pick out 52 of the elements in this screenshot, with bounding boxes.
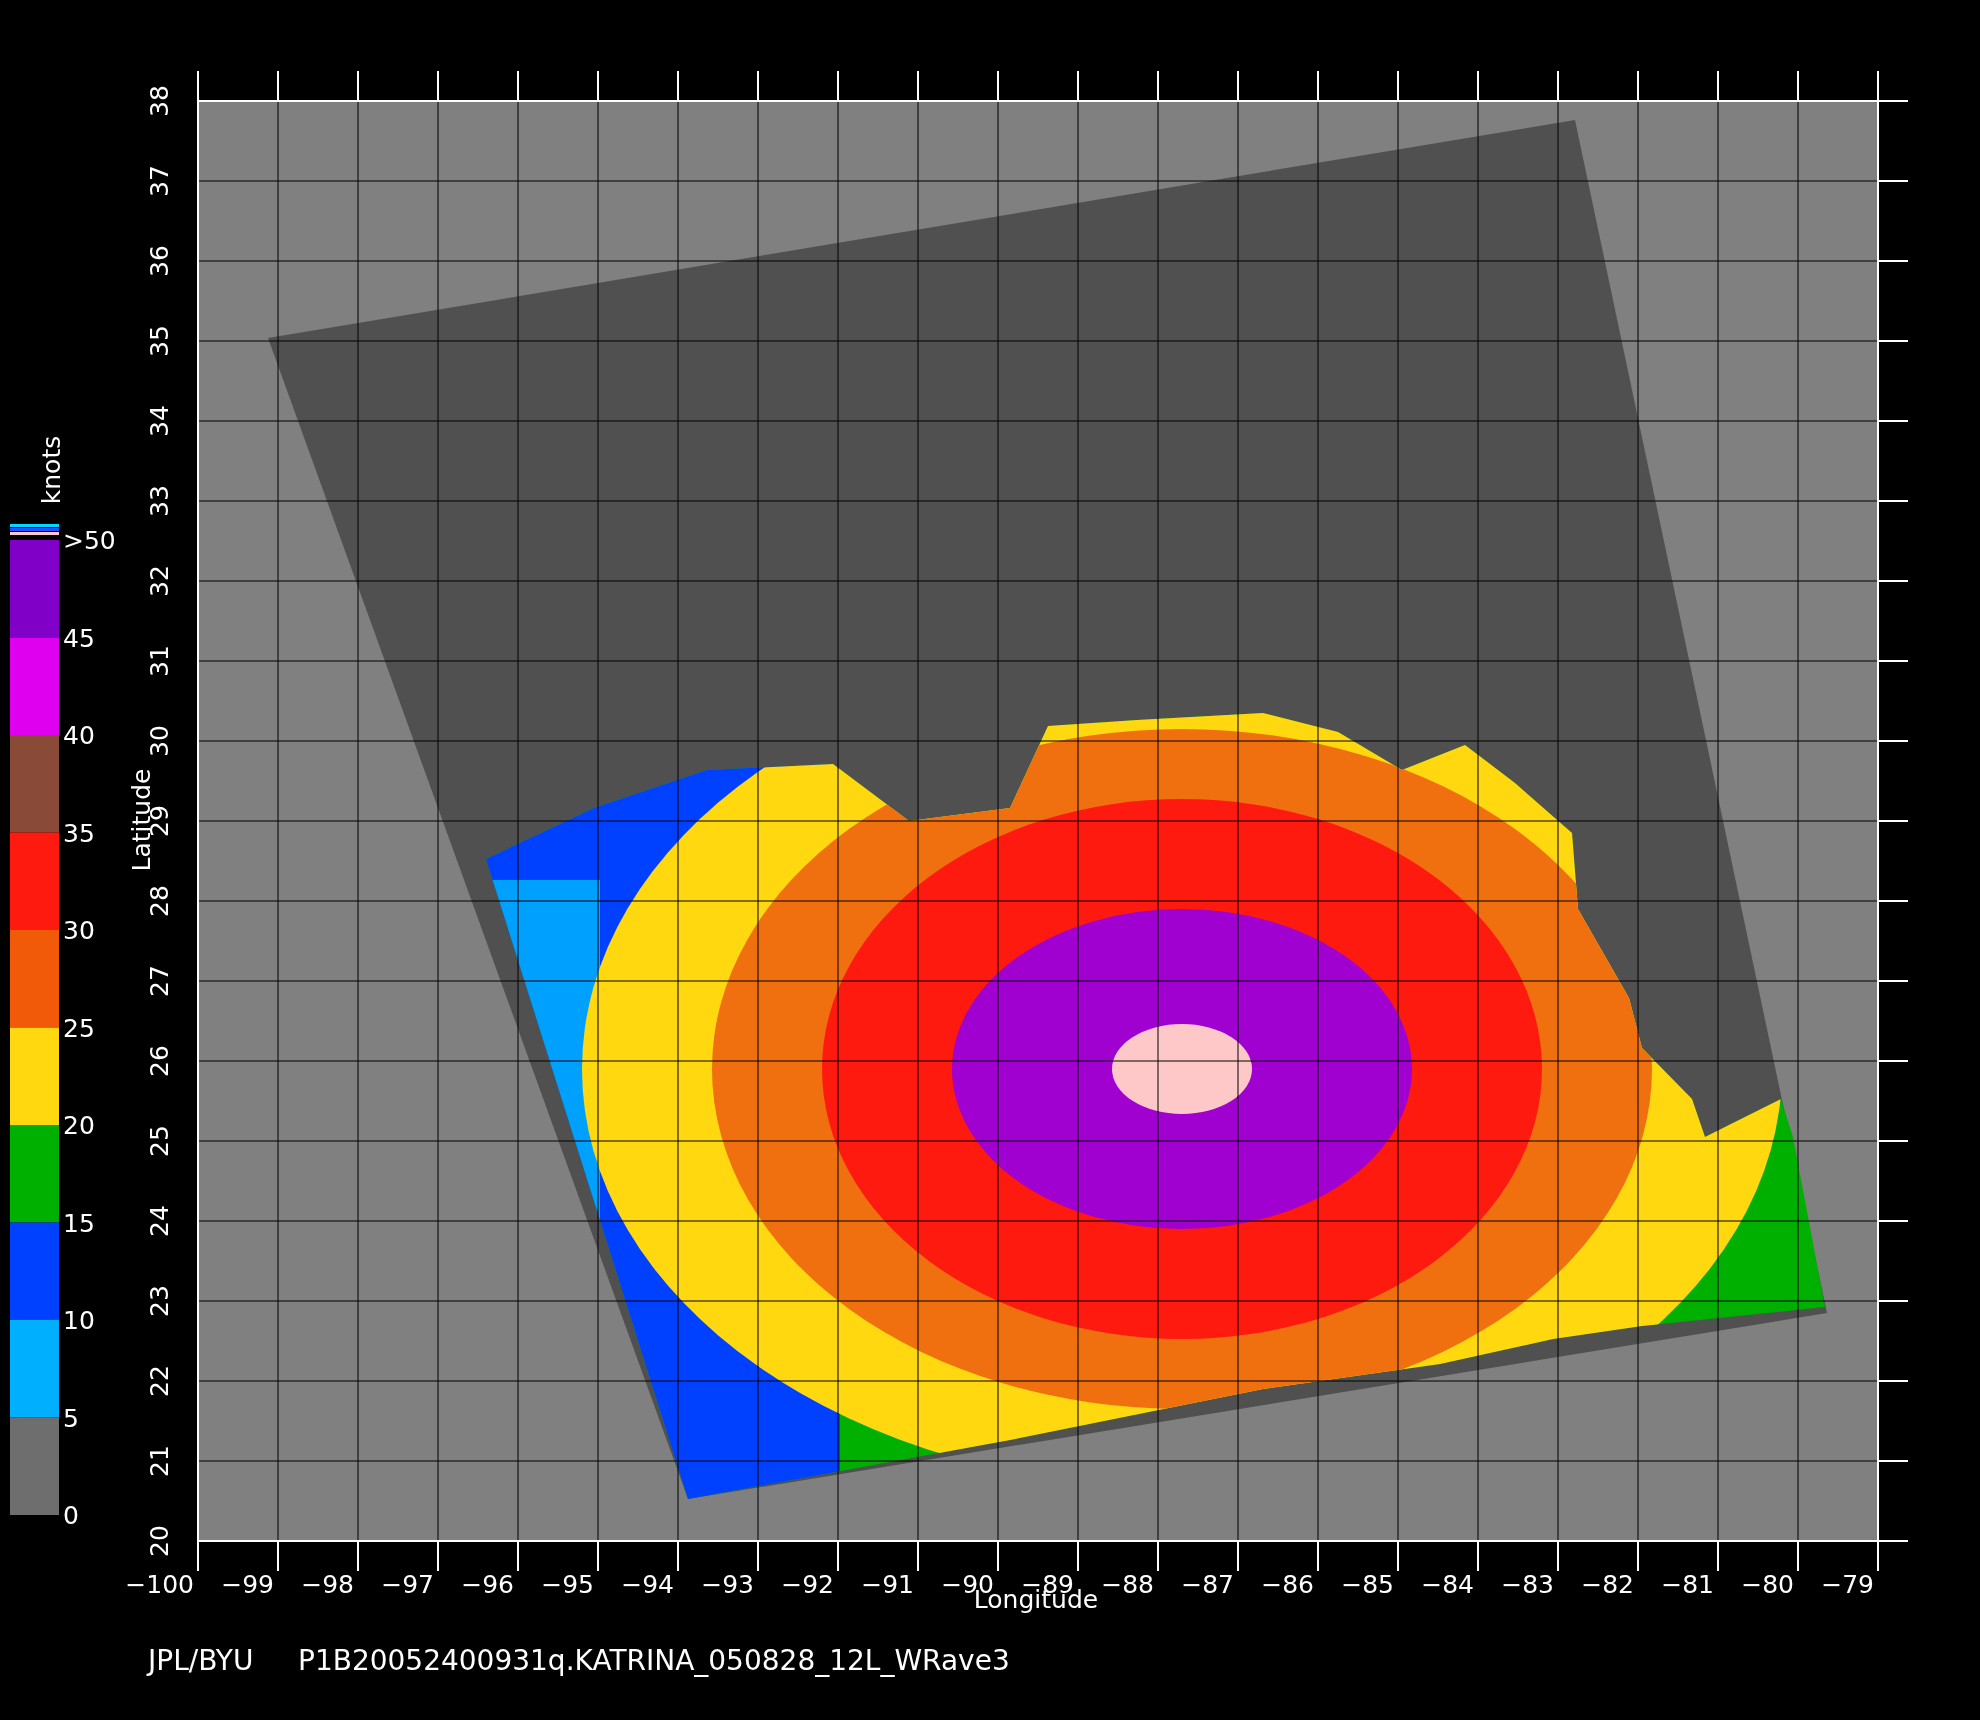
longitude-tick-label: −81: [1661, 1570, 1714, 1599]
colorbar-label: 0: [63, 1501, 79, 1530]
latitude-tick-label: 26: [145, 1045, 174, 1077]
longitude-tick-label: −93: [701, 1570, 754, 1599]
colorbar-label: 35: [63, 818, 95, 848]
longitude-tick-label: −98: [301, 1570, 354, 1599]
longitude-tick-label: −80: [1741, 1570, 1794, 1599]
longitude-tick-label: −79: [1821, 1570, 1874, 1599]
latitude-tick-label: 32: [145, 565, 174, 597]
longitude-tick-label: −88: [1101, 1570, 1154, 1599]
longitude-tick-label: −99: [221, 1570, 274, 1599]
latitude-tick-label: 21: [145, 1445, 174, 1477]
latitude-tick-label: 37: [145, 165, 174, 197]
latitude-tick-label: 20: [145, 1525, 174, 1557]
longitude-tick-label: −83: [1501, 1570, 1554, 1599]
colorbar-unit: knots: [37, 435, 66, 505]
longitude-tick-label: −100: [125, 1570, 194, 1599]
latitude-tick-label: 31: [145, 645, 174, 677]
longitude-tick-label: −91: [861, 1570, 914, 1599]
latitude-tick-label: 33: [145, 485, 174, 517]
source-label: JPL/BYU: [148, 1644, 254, 1677]
colorbar-label: 5: [63, 1403, 79, 1433]
latitude-tick-label: 35: [145, 325, 174, 357]
colorbar-label: 45: [63, 623, 95, 653]
latitude-tick-label: 38: [145, 85, 174, 117]
colorbar-label: 15: [63, 1208, 95, 1238]
latitude-tick-label: 24: [145, 1205, 174, 1237]
longitude-tick-label: −87: [1181, 1570, 1234, 1599]
longitude-tick-label: −85: [1341, 1570, 1394, 1599]
latitude-tick-label: 34: [145, 405, 174, 437]
colorbar-label: >50: [63, 526, 116, 555]
latitude-tick-label: 36: [145, 245, 174, 277]
longitude-tick-label: −92: [781, 1570, 834, 1599]
latitude-tick-label: 28: [145, 885, 174, 917]
colorbar-label: 30: [63, 916, 95, 945]
colorbar-label: 10: [63, 1306, 95, 1335]
colorbar-label: 40: [63, 721, 95, 750]
longitude-tick-label: −82: [1581, 1570, 1634, 1599]
latitude-tick-label: 25: [145, 1125, 174, 1157]
latitude-tick-label: 22: [145, 1365, 174, 1397]
latitude-tick-label: 27: [145, 965, 174, 997]
longitude-tick-label: −86: [1261, 1570, 1314, 1599]
file-name: P1B20052400931q.KATRINA_050828_12L_WRave3: [298, 1644, 1010, 1677]
latitude-tick-label: 30: [145, 725, 174, 757]
colorbar-label: 25: [63, 1013, 95, 1043]
longitude-tick-label: −95: [541, 1570, 594, 1599]
longitude-tick-label: −97: [381, 1570, 434, 1599]
longitude-tick-label: −84: [1421, 1570, 1474, 1599]
latitude-tick-label: 23: [145, 1285, 174, 1317]
longitude-tick-label: −96: [461, 1570, 514, 1599]
longitude-tick-label: −94: [621, 1570, 674, 1599]
colorbar-label: 20: [63, 1111, 95, 1140]
